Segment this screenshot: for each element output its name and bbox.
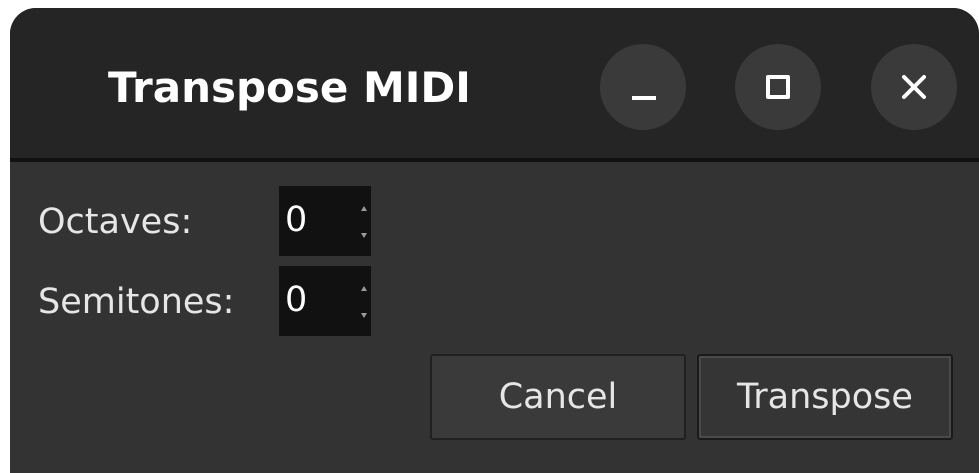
- octaves-spinbox[interactable]: 0: [279, 186, 371, 256]
- transpose-button[interactable]: Transpose: [697, 354, 953, 440]
- title-bar[interactable]: Transpose MIDI: [10, 8, 979, 162]
- semitones-label: Semitones:: [38, 282, 235, 322]
- spin-arrows-icon[interactable]: [357, 194, 371, 248]
- spin-arrows-icon[interactable]: [357, 274, 371, 328]
- dialog-title: Transpose MIDI: [108, 63, 471, 112]
- semitones-value[interactable]: 0: [285, 276, 307, 324]
- maximize-button[interactable]: [735, 44, 821, 130]
- minimize-icon: [632, 96, 656, 100]
- semitones-spinbox[interactable]: 0: [279, 266, 371, 336]
- cancel-button[interactable]: Cancel: [430, 354, 686, 440]
- close-icon: [902, 75, 926, 99]
- transpose-midi-dialog: Transpose MIDI Octaves: 0 Semitones: 0 C…: [10, 8, 979, 473]
- octaves-value[interactable]: 0: [285, 196, 307, 244]
- octaves-label: Octaves:: [38, 202, 193, 242]
- maximize-icon: [766, 75, 790, 99]
- close-button[interactable]: [871, 44, 957, 130]
- minimize-button[interactable]: [600, 44, 686, 130]
